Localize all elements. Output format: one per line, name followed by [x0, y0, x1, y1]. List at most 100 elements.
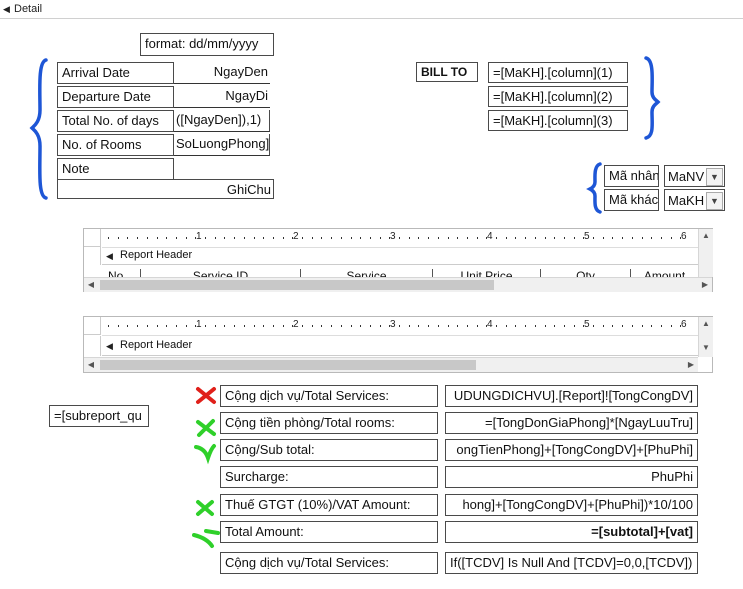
- green-check-mark: [194, 444, 216, 465]
- ruler-number: 2: [293, 231, 299, 242]
- ruler-tick: [282, 325, 284, 327]
- collapse-chevron-icon[interactable]: ◀: [3, 4, 10, 15]
- ruler-number: 4: [487, 231, 493, 242]
- bill-to-line-1[interactable]: =[MaKH].[column](1): [488, 62, 628, 83]
- ruler-tick: [321, 237, 323, 239]
- ruler-tick: [466, 237, 468, 239]
- total-amount-label[interactable]: Total Amount:: [220, 521, 438, 543]
- ruler-tick: [525, 237, 527, 239]
- green-cross-mark: [196, 419, 216, 437]
- customer-id-label[interactable]: Mã khách: [604, 189, 659, 211]
- ruler-tick: [127, 325, 129, 327]
- staff-id-combo[interactable]: MaNV ▼: [664, 165, 725, 187]
- ruler-tick: [457, 237, 459, 239]
- ruler-tick: [175, 325, 177, 327]
- ruler-tick: [554, 325, 556, 327]
- vat-amount-label[interactable]: Thuế GTGT (10%)/VAT Amount:: [220, 494, 438, 516]
- ruler-tick: [369, 237, 371, 239]
- total-days-label[interactable]: Total No. of days: [57, 110, 174, 132]
- ruler-tick: [563, 237, 565, 239]
- scroll-thumb[interactable]: [100, 360, 476, 370]
- total-services-field[interactable]: UDUNGDICHVU].[Report]![TongCongDV]: [445, 385, 698, 407]
- total-days-field[interactable]: ([NgayDen]),1): [174, 110, 270, 132]
- horizontal-scrollbar[interactable]: ◀ ▶: [84, 357, 698, 372]
- ruler-tick: [146, 325, 148, 327]
- subreport-services[interactable]: 1 2 3 4 5 6 ▲ ◀ Report Header No Service ID S…: [83, 228, 713, 292]
- bill-to-label[interactable]: BILL TO: [416, 62, 478, 82]
- total-amount-field[interactable]: =[subtotal]+[vat]: [445, 521, 698, 543]
- ruler-tick: [457, 325, 459, 327]
- note-label[interactable]: Note: [57, 158, 174, 180]
- ruler-tick: [602, 325, 604, 327]
- staff-id-label[interactable]: Mã nhân: [604, 165, 659, 187]
- vertical-scrollbar[interactable]: ▲: [698, 229, 713, 277]
- bill-to-line-2[interactable]: =[MaKH].[column](2): [488, 86, 628, 107]
- ruler-tick: [505, 237, 507, 239]
- right-brace-mark: [644, 56, 661, 140]
- col-header-unit-price: Unit Price: [432, 269, 540, 277]
- ruler-tick: [185, 237, 187, 239]
- scroll-down-icon[interactable]: ▼: [699, 341, 713, 355]
- ruler-tick: [496, 325, 497, 327]
- ruler-tick: [234, 237, 236, 239]
- ruler-tick: [340, 325, 342, 327]
- total-services-field-2[interactable]: If([TCDV] Is Null And [TCDV]=0,0,[TCDV]): [445, 552, 698, 574]
- total-rooms-label[interactable]: Cộng tiền phòng/Total rooms:: [220, 412, 438, 434]
- ruler-tick: [243, 325, 245, 327]
- subreport-reference-field[interactable]: =[subreport_qu: [49, 405, 149, 427]
- ruler-tick: [302, 325, 303, 327]
- scroll-right-icon[interactable]: ▶: [698, 278, 712, 292]
- bill-to-line-3[interactable]: =[MaKH].[column](3): [488, 110, 628, 131]
- horizontal-scrollbar[interactable]: ◀ ▶: [84, 277, 712, 292]
- collapse-chevron-icon[interactable]: ◀: [106, 251, 113, 262]
- ruler-tick: [253, 237, 255, 239]
- ruler-tick: [418, 237, 420, 239]
- detail-section-bar[interactable]: ◀ Detail: [0, 0, 743, 19]
- ruler-tick: [331, 237, 333, 239]
- scroll-left-icon[interactable]: ◀: [84, 358, 98, 372]
- departure-date-label[interactable]: Departure Date: [57, 86, 174, 108]
- ruler-tick: [108, 325, 109, 327]
- arrival-date-label[interactable]: Arrival Date: [57, 62, 174, 84]
- total-services-label[interactable]: Cộng dịch vụ/Total Services:: [220, 385, 438, 407]
- ruler-number: 1: [196, 231, 202, 242]
- collapse-chevron-icon[interactable]: ◀: [106, 341, 113, 352]
- customer-id-combo[interactable]: MaKH ▼: [664, 189, 725, 211]
- sub-total-field[interactable]: ongTienPhong]+[TongCongDV]+[PhuPhi]: [445, 439, 698, 461]
- report-header-bar[interactable]: ◀ Report Header: [102, 248, 698, 265]
- subreport-rooms[interactable]: 1 2 3 4 5 6 ▲ ▼ ◀ Report Header ◀ ▶: [83, 316, 713, 373]
- sub-total-label[interactable]: Cộng/Sub total:: [220, 439, 438, 461]
- vat-amount-field[interactable]: hong]+[TongCongDV]+[PhuPhi])*10/100: [445, 494, 698, 516]
- dropdown-arrow-icon[interactable]: ▼: [706, 192, 723, 210]
- ruler-number: 3: [390, 231, 396, 242]
- dropdown-arrow-icon[interactable]: ▼: [706, 168, 723, 186]
- arrival-date-field[interactable]: NgayDen: [174, 62, 270, 84]
- total-services-label-2[interactable]: Cộng dịch vụ/Total Services:: [220, 552, 438, 574]
- note-field[interactable]: GhiChu: [57, 180, 274, 199]
- surcharge-field[interactable]: PhuPhi: [445, 466, 698, 488]
- ruler-tick: [360, 325, 362, 327]
- row-selector[interactable]: [84, 336, 101, 356]
- rooms-label[interactable]: No. of Rooms: [57, 134, 174, 156]
- ruler-tick: [593, 325, 594, 327]
- rooms-field[interactable]: SoLuongPhong]: [174, 134, 270, 156]
- scroll-thumb[interactable]: [100, 280, 494, 290]
- report-header-label: Report Header: [120, 339, 193, 351]
- ruler-number: 1: [196, 319, 202, 330]
- departure-date-field[interactable]: NgayDi: [174, 86, 270, 108]
- ruler-number: 6: [681, 319, 687, 330]
- row-selector[interactable]: [84, 247, 101, 265]
- scroll-up-icon[interactable]: ▲: [699, 317, 713, 331]
- col-header-qty: Qty: [540, 269, 630, 277]
- ruler-tick: [622, 325, 624, 327]
- ruler-tick: [166, 237, 168, 239]
- vertical-scrollbar[interactable]: ▲ ▼: [698, 317, 713, 357]
- scroll-up-icon[interactable]: ▲: [699, 229, 713, 243]
- section-name: Detail: [14, 3, 43, 15]
- surcharge-label[interactable]: Surcharge:: [220, 466, 438, 488]
- total-rooms-field[interactable]: =[TongDonGiaPhong]*[NgayLuuTru]: [445, 412, 698, 434]
- date-format-label[interactable]: format: dd/mm/yyyy: [140, 33, 274, 56]
- scroll-right-icon[interactable]: ▶: [684, 358, 698, 372]
- report-header-bar[interactable]: ◀ Report Header: [102, 337, 698, 356]
- scroll-left-icon[interactable]: ◀: [84, 278, 98, 292]
